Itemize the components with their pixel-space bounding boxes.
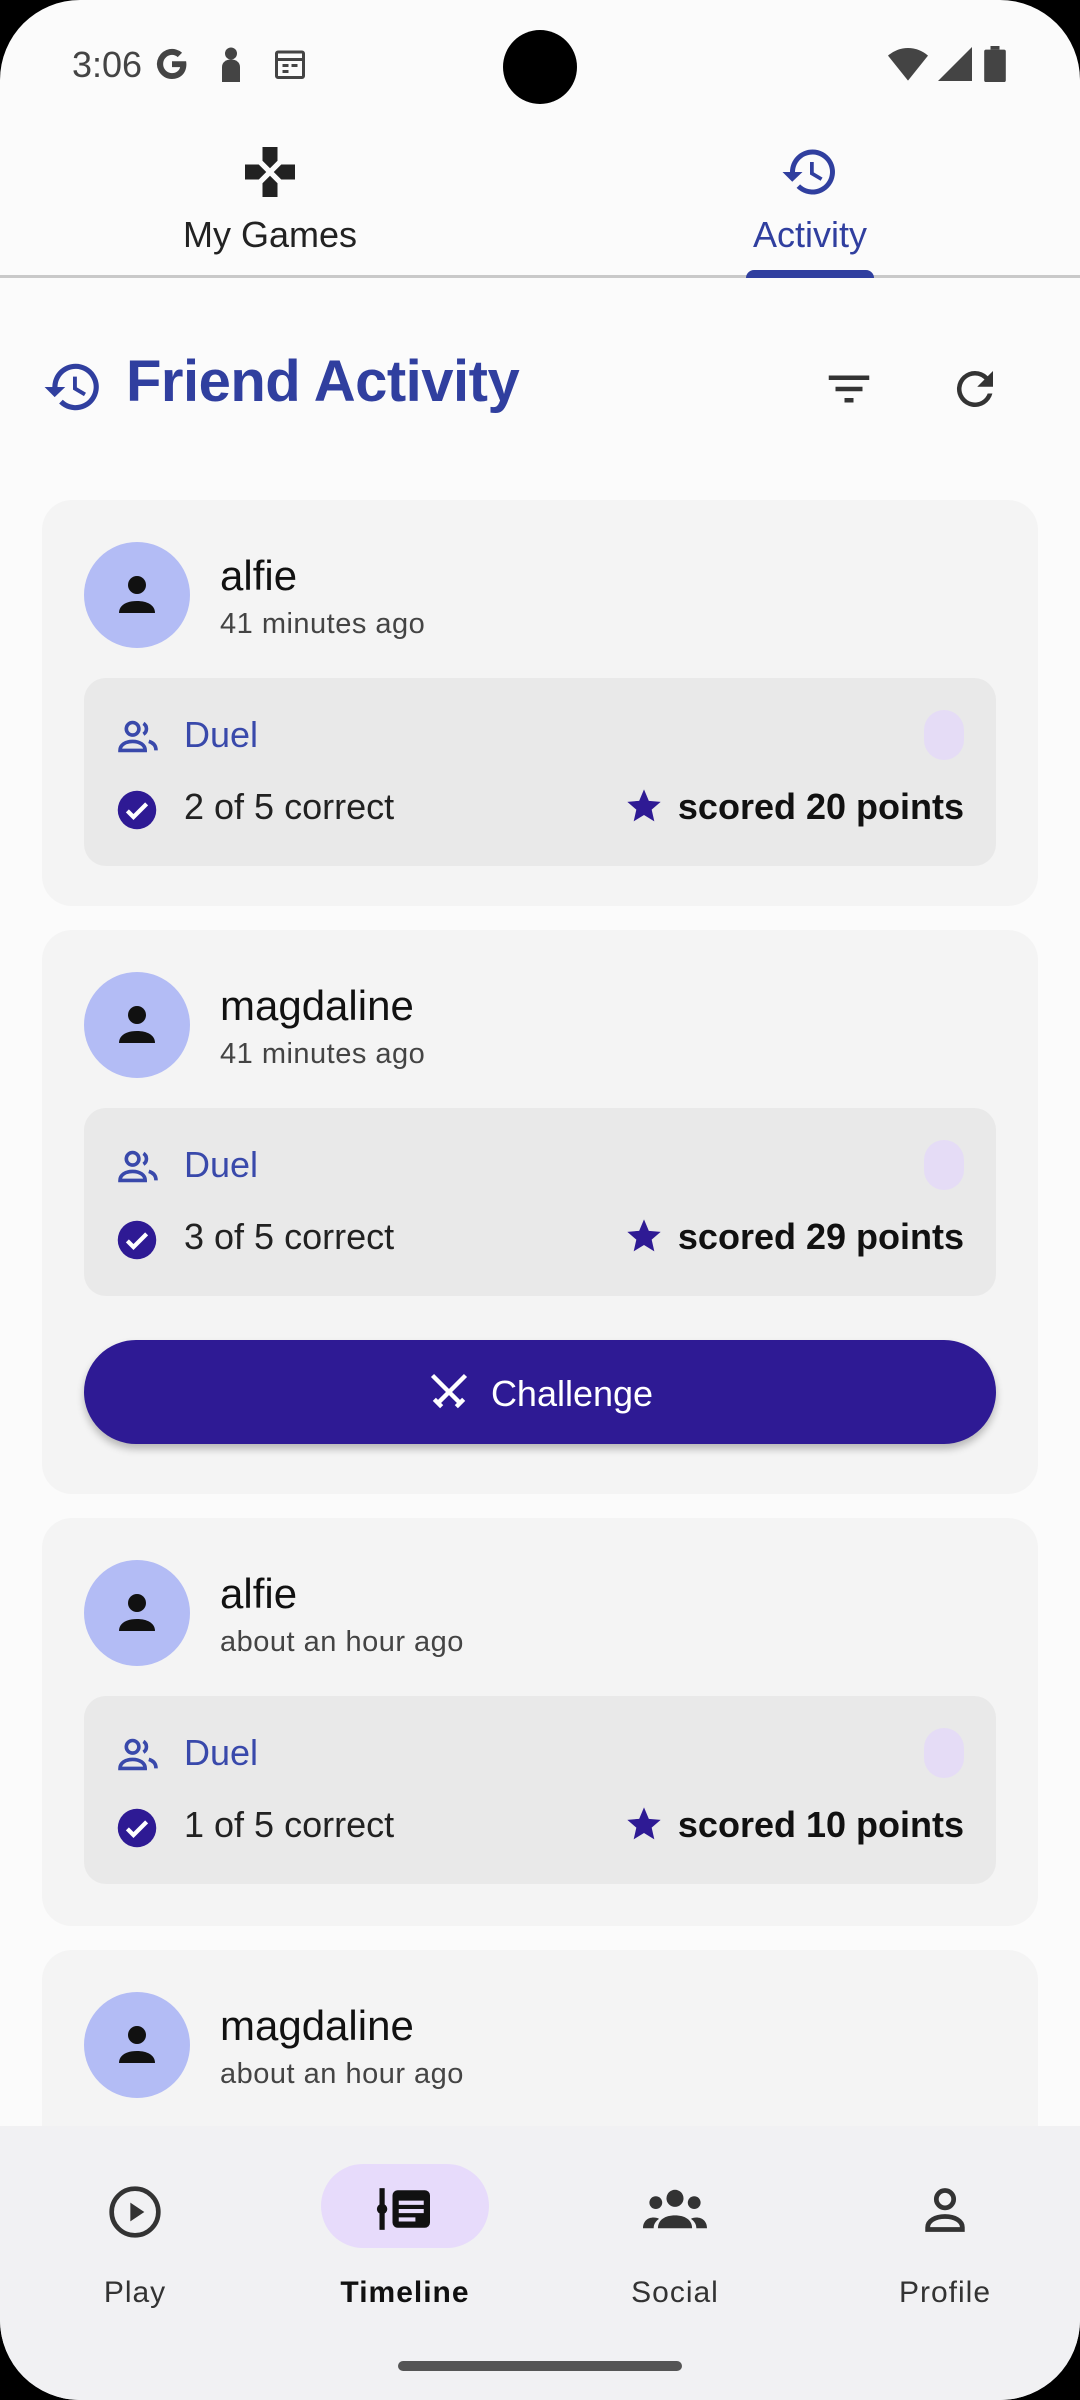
- avatar[interactable]: [84, 972, 190, 1078]
- group-icon: [118, 1150, 158, 1183]
- time-ago: 41 minutes ago: [220, 1038, 426, 1070]
- game-result[interactable]: Duel 3 of 5 correct scored 29 points: [84, 1108, 996, 1296]
- person-icon: [119, 1594, 155, 1631]
- play-circle-icon: [109, 2186, 161, 2238]
- signal-icon: [938, 47, 972, 81]
- nav-label: Play: [103, 2276, 167, 2309]
- correct-count: 2 of 5 correct: [184, 786, 395, 827]
- avatar[interactable]: [84, 1560, 190, 1666]
- user-name: magdaline: [220, 982, 414, 1029]
- correct-count: 1 of 5 correct: [184, 1804, 395, 1845]
- avatar[interactable]: [84, 1992, 190, 2098]
- wifi-icon: [888, 48, 928, 81]
- group-icon: [118, 1738, 158, 1771]
- home-indicator[interactable]: [398, 2361, 682, 2371]
- game-result[interactable]: Duel 2 of 5 correct scored 20 points: [84, 678, 996, 866]
- nav-profile[interactable]: Profile: [810, 2126, 1080, 2326]
- history-icon: [782, 149, 835, 195]
- check-circle-icon: [117, 1808, 157, 1848]
- time-ago: about an hour ago: [220, 1626, 464, 1658]
- star-icon: [627, 1807, 661, 1840]
- activity-card: alfie about an hour ago Duel 1 of 5 corr…: [42, 1518, 1038, 1926]
- avatar[interactable]: [84, 542, 190, 648]
- score: scored 20 points: [677, 786, 964, 827]
- group-icon: [118, 720, 158, 753]
- time-ago: 41 minutes ago: [220, 608, 426, 640]
- user-name: alfie: [220, 1570, 298, 1617]
- game-badge: [924, 1728, 964, 1778]
- game-type: Duel: [184, 1732, 259, 1773]
- score: scored 29 points: [677, 1216, 964, 1257]
- active-tab-indicator: [746, 270, 874, 278]
- nav-play[interactable]: Play: [0, 2126, 270, 2326]
- refresh-icon[interactable]: [948, 362, 1002, 416]
- nav-label: Social: [631, 2276, 719, 2309]
- nav-social[interactable]: Social: [540, 2126, 810, 2326]
- check-circle-icon: [117, 1220, 157, 1260]
- challenge-button[interactable]: Challenge: [84, 1340, 996, 1444]
- user-name: alfie: [220, 552, 298, 599]
- activity-card: alfie 41 minutes ago Duel 2 of 5 correct…: [42, 500, 1038, 906]
- bottom-navigation: Play Timeline Social Profile: [0, 2126, 1080, 2400]
- person-icon: [222, 47, 240, 82]
- google-icon: [156, 48, 187, 80]
- gamepad-icon: [245, 147, 295, 197]
- page-header: Friend Activity: [0, 330, 1080, 440]
- time-ago: about an hour ago: [220, 2058, 464, 2090]
- tab-my-games[interactable]: My Games: [0, 130, 540, 278]
- star-icon: [627, 1219, 661, 1252]
- game-type: Duel: [184, 714, 259, 755]
- nav-timeline[interactable]: Timeline: [270, 2126, 540, 2326]
- game-result[interactable]: Duel 1 of 5 correct scored 10 points: [84, 1696, 996, 1884]
- history-icon: [44, 363, 99, 411]
- tab-activity[interactable]: Activity: [540, 130, 1080, 278]
- person-icon: [119, 2026, 155, 2063]
- activity-card: magdaline 41 minutes ago Duel 3 of 5 cor…: [42, 930, 1038, 1494]
- nav-label: Profile: [898, 2276, 992, 2309]
- camera-cutout: [503, 30, 577, 104]
- game-badge: [924, 1140, 964, 1190]
- group-icon: [643, 2189, 707, 2229]
- challenge-label: Challenge: [490, 1373, 654, 1414]
- filter-icon[interactable]: [822, 362, 876, 416]
- game-badge: [924, 710, 964, 760]
- status-bar: 3:06: [0, 0, 1080, 130]
- person-outline-icon: [925, 2188, 965, 2232]
- calendar-icon: [275, 50, 305, 79]
- person-icon: [119, 576, 155, 613]
- nav-label: Timeline: [340, 2276, 470, 2309]
- top-tab-bar: My Games Activity: [0, 130, 1080, 278]
- timeline-icon: [376, 2188, 430, 2230]
- user-name: magdaline: [220, 2002, 414, 2049]
- correct-count: 3 of 5 correct: [184, 1216, 395, 1257]
- score: scored 10 points: [677, 1804, 964, 1845]
- app-screen: 3:06 My Games Activity Friend Activity a…: [0, 0, 1080, 2400]
- tab-label: Activity: [752, 214, 867, 255]
- status-time: 3:06: [72, 44, 143, 85]
- game-type: Duel: [184, 1144, 259, 1185]
- swords-icon: [430, 1373, 467, 1409]
- page-title: Friend Activity: [126, 349, 520, 414]
- star-icon: [627, 789, 661, 822]
- battery-icon: [984, 46, 1006, 82]
- tab-label: My Games: [182, 214, 358, 255]
- person-icon: [119, 1006, 155, 1043]
- check-circle-icon: [117, 790, 157, 830]
